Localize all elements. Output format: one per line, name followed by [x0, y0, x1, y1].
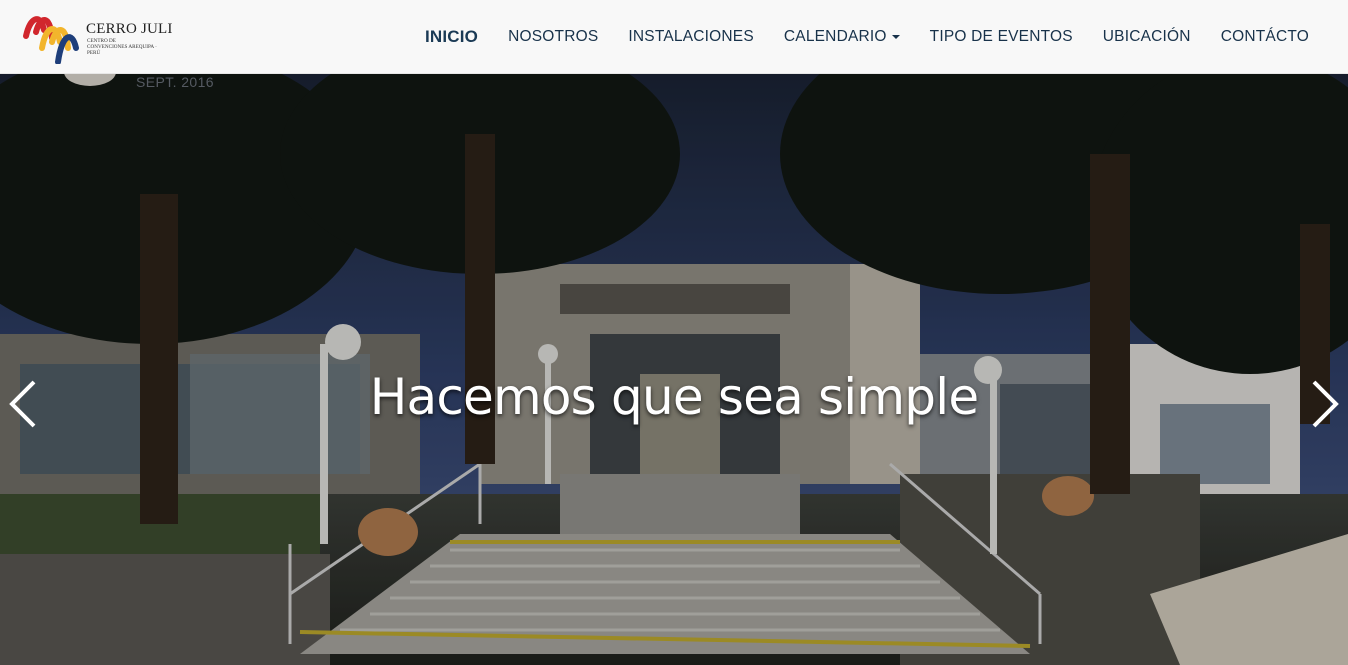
navbar: CERRO JULI Centro de Convenciones Arequi… — [0, 0, 1348, 74]
nav-item-nosotros[interactable]: NOSOTROS — [508, 28, 598, 46]
nav-item-calendario-label: CALENDARIO — [783, 28, 887, 45]
author-avatar — [64, 74, 116, 86]
brand-logo[interactable]: CERRO JULI Centro de Convenciones Arequi… — [22, 8, 182, 64]
caret-down-icon — [891, 35, 900, 39]
brand-subtitle: Centro de Convenciones Arequipa · Perú — [87, 38, 157, 56]
nav-item-tipo-de-eventos[interactable]: TIPO DE EVENTOS — [930, 28, 1073, 46]
carousel-next-button[interactable] — [1304, 374, 1344, 434]
carousel-prev-button[interactable] — [4, 374, 44, 434]
slide-caption: Hacemos que sea simple — [369, 368, 979, 426]
chevron-left-icon — [9, 380, 36, 428]
nav-item-inicio[interactable]: INICIO — [425, 27, 478, 47]
slide-date: SEPT. 2016 — [136, 74, 214, 90]
main-nav: INICIO NOSOTROS INSTALACIONES CALENDARIO… — [410, 0, 1324, 74]
nav-item-calendario[interactable]: CALENDARIO — [784, 28, 900, 46]
brand-name: CERRO JULI — [86, 21, 173, 37]
nav-item-instalaciones[interactable]: INSTALACIONES — [628, 28, 753, 46]
logo-mark-icon — [23, 16, 79, 64]
chevron-right-icon — [1312, 380, 1339, 428]
nav-item-ubicacion[interactable]: UBICACIÓN — [1103, 28, 1191, 46]
hero-carousel: SEPT. 2016 Hacemos que sea simple — [0, 74, 1348, 665]
nav-item-contacto[interactable]: CONTÁCTO — [1221, 28, 1309, 46]
